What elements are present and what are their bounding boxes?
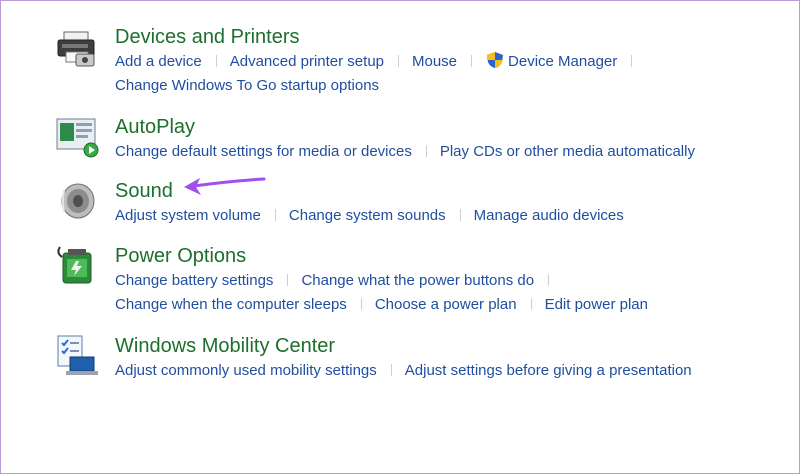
separator [390, 364, 392, 376]
devices-links-row-1: Add a device Advanced printer setup Mouse … [115, 50, 800, 74]
devices-and-printers-title[interactable]: Devices and Printers [115, 24, 800, 50]
autoplay-icon [56, 118, 99, 158]
adjust-mobility-settings-link[interactable]: Adjust commonly used mobility settings [115, 362, 377, 379]
change-system-sounds-link[interactable]: Change system sounds [289, 207, 446, 224]
choose-power-plan-link[interactable]: Choose a power plan [375, 296, 517, 313]
change-power-buttons-link[interactable]: Change what the power buttons do [301, 272, 534, 289]
add-a-device-link[interactable]: Add a device [115, 53, 202, 70]
mouse-link[interactable]: Mouse [412, 53, 457, 70]
separator [459, 209, 461, 221]
mobility-center-icon [57, 335, 98, 375]
autoplay-title[interactable]: AutoPlay [115, 114, 800, 140]
play-cds-automatically-link[interactable]: Play CDs or other media automatically [440, 143, 695, 160]
separator [425, 145, 427, 157]
battery-icon [57, 246, 92, 284]
manage-audio-devices-link[interactable]: Manage audio devices [474, 207, 624, 224]
separator [471, 55, 473, 67]
separator [631, 55, 633, 67]
power-links-row-1: Change battery settings Change what the p… [115, 269, 800, 293]
separator [530, 298, 532, 310]
edit-power-plan-link[interactable]: Edit power plan [545, 296, 648, 313]
mobility-links-row: Adjust commonly used mobility settings Ad… [115, 359, 800, 383]
separator [360, 298, 362, 310]
separator [274, 209, 276, 221]
separator [215, 55, 217, 67]
windows-mobility-center-title[interactable]: Windows Mobility Center [115, 333, 800, 359]
advanced-printer-setup-link[interactable]: Advanced printer setup [230, 53, 384, 70]
adjust-system-volume-link[interactable]: Adjust system volume [115, 207, 261, 224]
autoplay-links-row: Change default settings for media or dev… [115, 140, 800, 164]
change-windows-to-go-startup-options-link[interactable]: Change Windows To Go startup options [115, 77, 379, 94]
separator [398, 55, 399, 67]
change-battery-settings-link[interactable]: Change battery settings [115, 272, 273, 289]
sound-links-row: Adjust system volume Change system sounds… [115, 204, 800, 228]
speaker-icon [61, 183, 95, 219]
separator [548, 274, 550, 286]
change-default-settings-link[interactable]: Change default settings for media or dev… [115, 143, 412, 160]
uac-shield-icon [487, 52, 504, 68]
power-options-title[interactable]: Power Options [115, 243, 800, 269]
power-links-row-2: Change when the computer sleeps Choose a … [115, 293, 800, 317]
printer-icon [57, 31, 95, 67]
device-manager-link[interactable]: Device Manager [508, 53, 617, 70]
devices-links-row-2: Change Windows To Go startup options [115, 74, 800, 98]
adjust-presentation-settings-link[interactable]: Adjust settings before giving a presenta… [405, 362, 692, 379]
purple-arrow-icon [184, 177, 266, 195]
change-computer-sleeps-link[interactable]: Change when the computer sleeps [115, 296, 347, 313]
separator [287, 274, 289, 286]
